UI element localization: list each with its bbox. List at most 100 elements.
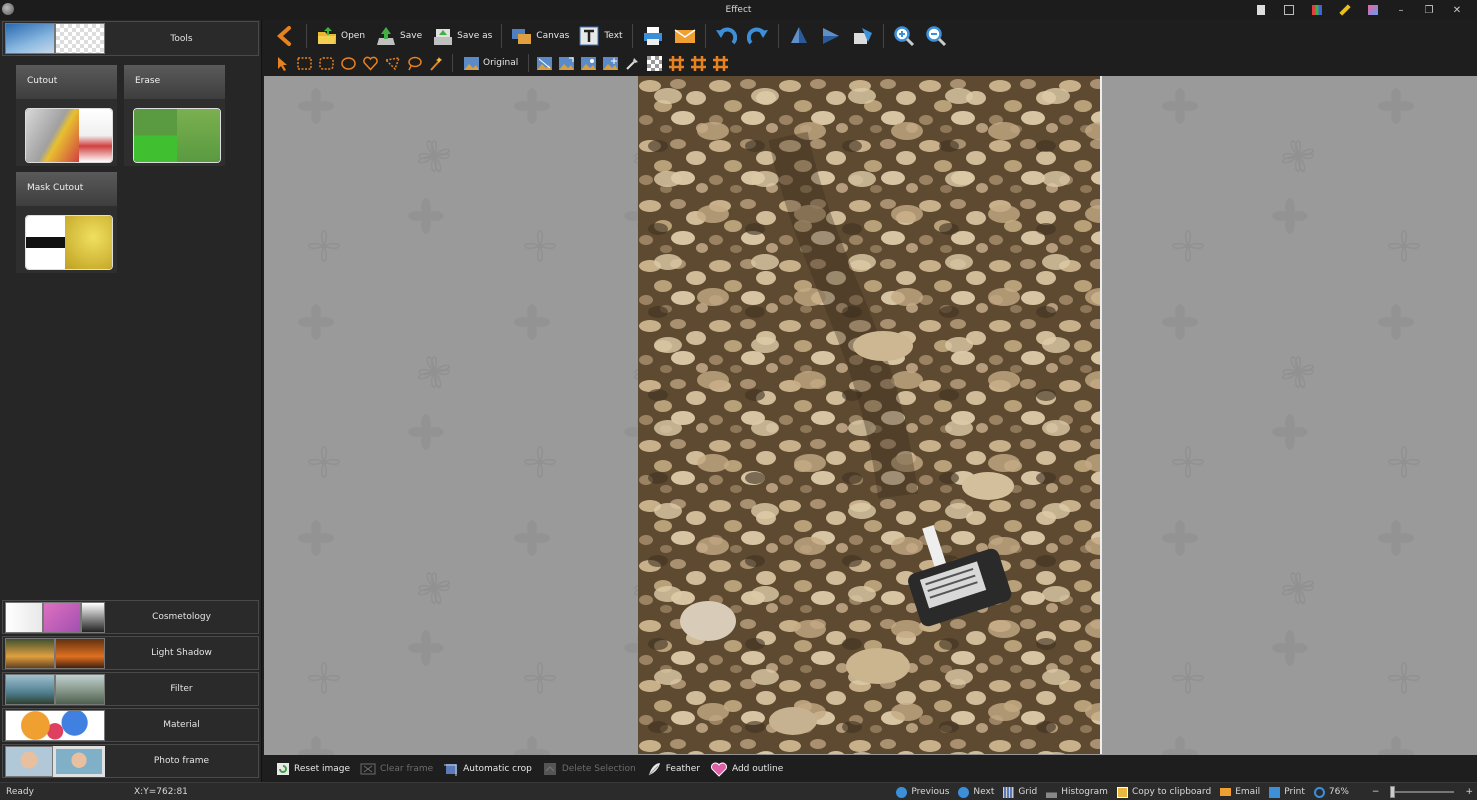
pointer-icon[interactable] — [274, 55, 291, 72]
resize-icon[interactable] — [558, 55, 575, 72]
main-toolbar: Open Save Save as Canvas Text Original — [262, 20, 1477, 76]
rounded-rect-select-icon[interactable] — [318, 55, 335, 72]
erase-tool-card[interactable]: Erase — [124, 65, 225, 166]
original-button[interactable]: Original — [460, 54, 521, 72]
histogram-button[interactable]: Histogram — [1046, 786, 1108, 798]
zoom-slider-handle[interactable] — [1390, 786, 1396, 798]
status-bar: Ready X:Y=762:81 Previous Next Grid Hist… — [0, 782, 1477, 800]
clear-frame-button[interactable]: Clear frame — [358, 762, 435, 776]
magic-wand-icon[interactable] — [428, 55, 445, 72]
reset-image-button[interactable]: Reset image — [274, 762, 352, 776]
color-palette-icon[interactable] — [1303, 2, 1331, 18]
canvas-button[interactable]: Canvas — [508, 23, 572, 49]
window-controls: – ❐ ✕ — [1247, 2, 1471, 18]
cutout-tool-card[interactable]: Cutout — [16, 65, 117, 166]
zoom-out-icon — [925, 26, 946, 47]
sidebar: Tools Cutout Erase Mask Cutout Cosmetolo… — [0, 20, 262, 782]
grid-medium-icon[interactable] — [690, 55, 707, 72]
feather-label: Feather — [665, 763, 700, 774]
mask-cutout-tool-card[interactable]: Mask Cutout — [16, 172, 117, 273]
adjust-icon[interactable] — [580, 55, 597, 72]
redo-button[interactable] — [744, 23, 772, 49]
photo-rocky-ground[interactable] — [638, 76, 1102, 754]
toolbar-row-primary: Open Save Save as Canvas Text — [272, 22, 950, 50]
previous-label: Previous — [911, 787, 950, 797]
zoom-out-button[interactable] — [922, 23, 950, 49]
minimize-icon[interactable]: – — [1387, 2, 1415, 18]
cosmetology-category-button[interactable]: Cosmetology — [2, 600, 259, 634]
heart-select-icon[interactable] — [362, 55, 379, 72]
close-icon[interactable]: ✕ — [1443, 2, 1471, 18]
histogram-icon — [1046, 786, 1058, 798]
print-label: Print — [1284, 787, 1305, 797]
image-canvas[interactable] — [264, 76, 1477, 755]
polygon-select-icon[interactable] — [384, 55, 401, 72]
save-as-button[interactable]: Save as — [429, 23, 495, 49]
next-button[interactable]: Next — [958, 786, 994, 798]
open-label: Open — [341, 31, 366, 41]
grid-button[interactable]: Grid — [1003, 786, 1037, 798]
material-thumbnail — [5, 710, 105, 741]
copy-to-clipboard-button[interactable]: Copy to clipboard — [1116, 786, 1211, 798]
crop-icon[interactable] — [536, 55, 553, 72]
open-button[interactable]: Open — [313, 23, 368, 49]
skin-icon[interactable] — [1359, 2, 1387, 18]
filter-category-button[interactable]: Filter — [2, 672, 259, 706]
text-button[interactable]: Text — [576, 23, 625, 49]
magnifier-icon — [1313, 786, 1325, 798]
brush-icon[interactable] — [624, 55, 641, 72]
original-image-icon — [464, 56, 479, 70]
ellipse-select-icon[interactable] — [340, 55, 357, 72]
transparency-icon[interactable] — [646, 55, 663, 72]
reset-image-label: Reset image — [294, 763, 351, 774]
mask-cutout-thumbnail — [25, 215, 113, 270]
previous-icon — [896, 786, 908, 798]
material-category-button[interactable]: Material — [2, 708, 259, 742]
folder-icon — [318, 27, 336, 44]
light-shadow-category-button[interactable]: Light Shadow — [2, 636, 259, 670]
light-shadow-thumbnail — [5, 638, 105, 669]
zoom-out-small-button[interactable]: − — [1372, 787, 1380, 797]
photo-frame-thumbnail — [5, 746, 105, 777]
save-button[interactable]: Save — [372, 23, 425, 49]
print-status-button[interactable]: Print — [1269, 786, 1305, 798]
email-status-button[interactable]: Email — [1220, 787, 1260, 797]
rect-select-icon[interactable] — [296, 55, 313, 72]
delete-selection-label: Delete Selection — [561, 763, 636, 774]
save-icon — [377, 27, 396, 45]
add-outline-label: Add outline — [731, 763, 784, 774]
text-icon — [579, 26, 599, 46]
undo-button[interactable] — [712, 23, 740, 49]
fullscreen-icon[interactable] — [1275, 2, 1303, 18]
text-label: Text — [604, 31, 623, 41]
zoom-in-small-button[interactable]: + — [1465, 787, 1473, 797]
back-button[interactable] — [272, 23, 300, 49]
pen-icon[interactable] — [1331, 2, 1359, 18]
email-button[interactable] — [671, 23, 699, 49]
feather-button[interactable]: Feather — [644, 761, 702, 777]
delete-selection-button[interactable]: Delete Selection — [540, 761, 638, 777]
restore-icon[interactable]: ❐ — [1415, 2, 1443, 18]
zoom-slider[interactable] — [1390, 786, 1455, 798]
document-icon[interactable] — [1247, 2, 1275, 18]
previous-button[interactable]: Previous — [896, 786, 950, 798]
grid-small-icon[interactable] — [668, 55, 685, 72]
save-as-label: Save as — [457, 31, 493, 41]
enhance-icon[interactable] — [602, 55, 619, 72]
automatic-crop-button[interactable]: Automatic crop — [441, 761, 534, 777]
filter-label: Filter — [170, 684, 193, 694]
flip-horizontal-button[interactable] — [817, 23, 845, 49]
lasso-select-icon[interactable] — [406, 55, 423, 72]
next-icon — [958, 786, 970, 798]
grid-large-icon[interactable] — [712, 55, 729, 72]
print-button[interactable] — [639, 23, 667, 49]
add-outline-button[interactable]: Add outline — [708, 761, 785, 777]
zoom-in-button[interactable] — [890, 23, 918, 49]
rotate-icon — [853, 28, 872, 44]
rotate-button[interactable] — [849, 23, 877, 49]
canvas-icon — [512, 29, 532, 44]
photo-frame-category-button[interactable]: Photo frame — [2, 744, 259, 778]
tools-category-button[interactable]: Tools — [2, 21, 259, 56]
flip-vertical-button[interactable] — [785, 23, 813, 49]
photo-content — [638, 76, 1100, 754]
